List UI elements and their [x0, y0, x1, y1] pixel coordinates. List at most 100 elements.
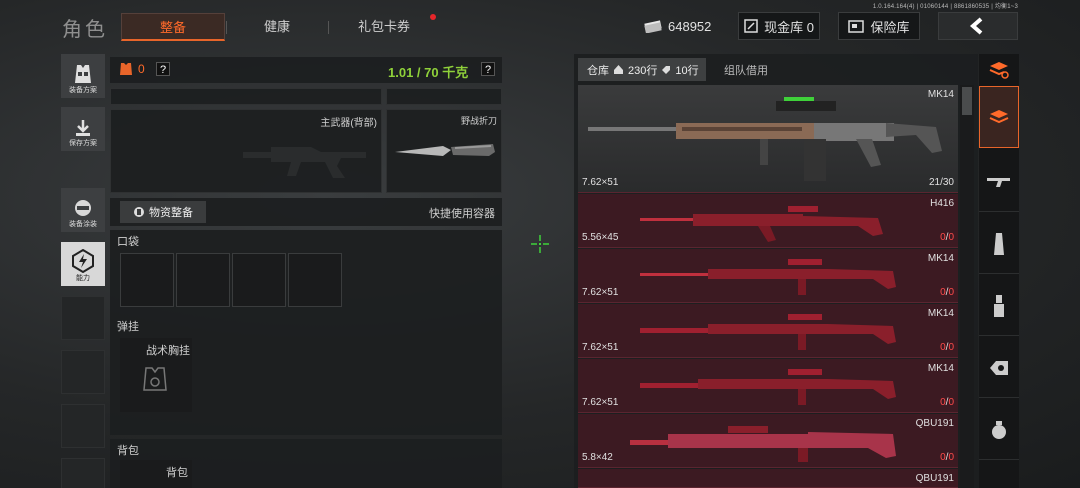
category-attachments[interactable] — [979, 276, 1019, 336]
rifle-category-icon — [987, 177, 1010, 187]
team-borrow-tab[interactable]: 组队借用 — [724, 62, 768, 78]
rifle-icon — [640, 369, 896, 405]
scope-icon — [990, 360, 1008, 375]
weapon-row[interactable]: QBU191 — [578, 469, 958, 488]
empty-side-slot — [61, 404, 105, 448]
cash-vault-label: 现金库 0 — [764, 19, 814, 35]
money-icon — [644, 20, 662, 33]
rig-item-label: 战术胸挂 — [146, 345, 190, 357]
quick-container-label[interactable]: 快捷使用容器 — [429, 205, 495, 221]
safe-icon — [848, 19, 865, 33]
melee-weapon-label: 野战折刀 — [460, 116, 497, 126]
pocket-slot[interactable] — [288, 253, 342, 307]
crosshair-icon — [531, 235, 549, 253]
ammo-current: 0 — [940, 397, 946, 408]
weapon-name: QBU191 — [915, 418, 954, 429]
weapon-strip — [386, 88, 502, 105]
ability-icon — [72, 249, 94, 273]
ammo-max: 30 — [942, 177, 954, 188]
back-button[interactable] — [938, 12, 1018, 40]
ammo-max: 0 — [948, 342, 954, 353]
weapon-caliber: 5.8×42 — [582, 452, 613, 463]
weapon-ammo-count: 0/0 — [940, 342, 954, 353]
weapon-name: QBU191 — [915, 473, 954, 484]
notification-dot — [430, 14, 436, 20]
safe-box-button[interactable]: 保险库 — [838, 12, 920, 40]
ammo-current: 0 — [940, 287, 946, 298]
save-plan-button[interactable]: 保存方案 — [61, 107, 105, 151]
tab-divider — [328, 21, 329, 34]
pocket-slot[interactable] — [120, 253, 174, 307]
weapon-caliber: 7.62×51 — [582, 177, 619, 188]
armor-count: 0 — [138, 62, 145, 76]
vest-icon — [75, 65, 91, 83]
weapon-ammo-count: 0/0 — [940, 452, 954, 463]
weight-help-button[interactable]: ? — [481, 62, 495, 76]
rifle-icon — [630, 426, 896, 462]
tag-icon — [662, 65, 671, 74]
pocket-slot[interactable] — [176, 253, 230, 307]
warehouse-tab[interactable]: 仓库 230行 10行 — [578, 58, 706, 81]
weapon-row[interactable]: MK14 7.62×51 0/0 — [578, 359, 958, 413]
ammo-current: 0 — [940, 342, 946, 353]
weapon-name: H416 — [930, 198, 954, 209]
scrollbar-thumb[interactable] — [962, 87, 972, 115]
armor-help-button[interactable]: ? — [156, 62, 170, 76]
weapon-ammo-count: 0/0 — [940, 232, 954, 243]
warehouse-scrollbar[interactable] — [960, 85, 974, 488]
tab-loadout[interactable]: 整备 — [121, 13, 225, 41]
ammo-max: 0 — [948, 452, 954, 463]
equipment-skin-label: 装备涂装 — [69, 221, 97, 228]
loadout-plan-button[interactable]: 装备方案 — [61, 54, 105, 98]
category-magazines[interactable] — [979, 214, 1019, 274]
weapon-caliber: 7.62×51 — [582, 287, 619, 298]
weapon-name: MK14 — [927, 363, 954, 374]
category-scopes[interactable] — [979, 338, 1019, 398]
home-icon — [614, 65, 623, 74]
back-arrow-icon — [969, 17, 983, 35]
weapon-row[interactable]: MK14 7.62×51 21/30 — [578, 85, 958, 193]
ammo-current: 0 — [940, 232, 946, 243]
weapon-row[interactable]: MK14 7.62×51 0/0 — [578, 304, 958, 358]
rifle-icon — [640, 259, 896, 295]
cash-vault-button[interactable]: 现金库 0 — [738, 12, 820, 40]
supply-prep-button[interactable]: 物资整备 — [120, 201, 206, 223]
warehouse-tab-label: 仓库 — [587, 64, 609, 77]
empty-side-slot — [61, 296, 105, 340]
layers-refresh-icon — [989, 62, 1009, 79]
warehouse-tag-rows: 10行 — [675, 64, 699, 77]
weapon-row[interactable]: QBU191 5.8×42 0/0 — [578, 414, 958, 468]
ability-button[interactable]: 能力 — [61, 242, 105, 286]
game-screen: { "build_info": "1.0.164.164(4) | 010601… — [0, 0, 1080, 488]
tab-gift-vouchers[interactable]: 礼包卡券 — [336, 13, 432, 41]
empty-side-slot — [61, 458, 105, 488]
save-plan-label: 保存方案 — [69, 140, 97, 147]
magazine-icon — [994, 232, 1004, 255]
weapon-name: MK14 — [927, 308, 954, 319]
tab-health[interactable]: 健康 — [232, 13, 322, 41]
pocket-slot[interactable] — [232, 253, 286, 307]
knife-icon — [395, 144, 495, 156]
page-title: 角色 — [62, 19, 108, 41]
weapon-row[interactable]: MK14 7.62×51 0/0 — [578, 249, 958, 303]
category-grenades[interactable] — [979, 400, 1019, 460]
category-stacks[interactable] — [979, 86, 1019, 148]
melee-weapon-slot[interactable]: 野战折刀 — [386, 109, 502, 193]
helmet-icon — [75, 200, 91, 216]
download-icon — [76, 120, 90, 136]
weapon-row[interactable]: H416 5.56×45 0/0 — [578, 194, 958, 248]
layers-icon — [989, 110, 1009, 124]
warehouse-rows-count: 230行 — [628, 64, 658, 77]
armor-icon — [120, 63, 132, 75]
weapon-ammo-count: 21/30 — [928, 177, 954, 188]
weapon-name: MK14 — [927, 253, 954, 264]
ammo-max: 0 — [948, 232, 954, 243]
weapon-caliber: 7.62×51 — [582, 397, 619, 408]
pocket-label: 口袋 — [117, 236, 139, 248]
category-all[interactable] — [979, 56, 1019, 84]
primary-weapon-slot[interactable]: 主武器(背部) — [110, 109, 382, 193]
category-guns[interactable] — [979, 150, 1019, 212]
equipment-skin-button[interactable]: 装备涂装 — [61, 188, 105, 232]
weapon-strip — [110, 88, 382, 105]
ammo-max: 0 — [948, 397, 954, 408]
